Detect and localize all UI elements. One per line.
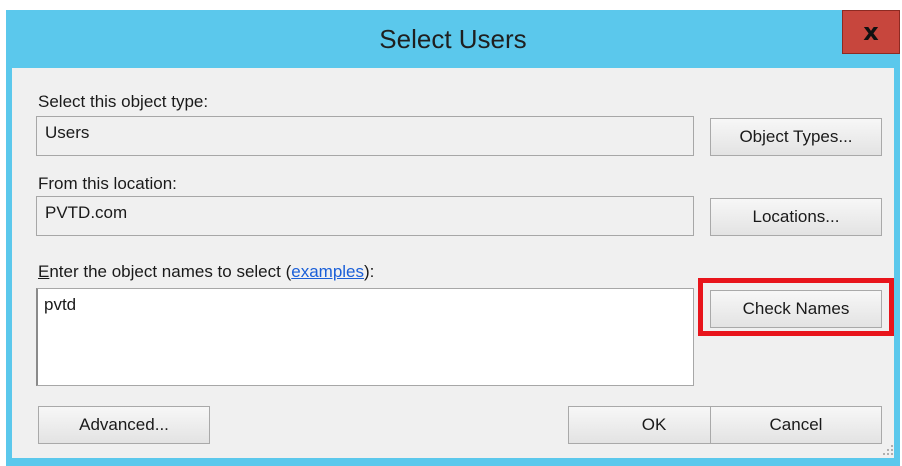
object-type-field: Users <box>36 116 694 156</box>
check-names-highlight <box>698 278 894 336</box>
advanced-button[interactable]: Advanced... <box>38 406 210 444</box>
resize-grip-icon[interactable] <box>882 444 894 456</box>
accelerator-key: E <box>38 262 50 281</box>
dialog-title: Select Users <box>379 24 527 54</box>
object-names-label: Enter the object names to select (exampl… <box>38 262 374 282</box>
object-types-button[interactable]: Object Types... <box>710 118 882 156</box>
locations-button[interactable]: Locations... <box>710 198 882 236</box>
location-field: PVTD.com <box>36 196 694 236</box>
location-label: From this location: <box>38 174 177 193</box>
window-frame-bottom <box>6 458 900 466</box>
object-names-label-suffix: ): <box>364 262 375 281</box>
examples-link[interactable]: examples <box>291 262 364 281</box>
close-button[interactable]: x <box>842 10 900 54</box>
object-names-label-text: nter the object names to select ( <box>49 262 292 281</box>
object-names-input[interactable]: pvtd <box>36 288 694 386</box>
cancel-button[interactable]: Cancel <box>710 406 882 444</box>
close-icon: x <box>863 18 879 46</box>
object-type-label: Select this object type: <box>38 92 209 111</box>
window-frame-right <box>894 68 900 466</box>
title-bar[interactable]: Select Users <box>6 10 900 68</box>
select-users-dialog: Select Users x Select this object type: … <box>0 0 902 466</box>
